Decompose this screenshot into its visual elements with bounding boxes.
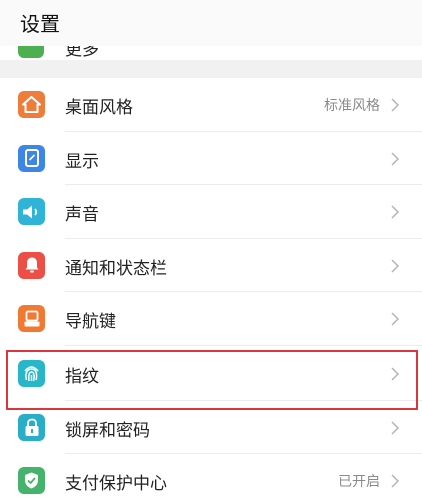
settings-item-label: 更多	[65, 46, 99, 60]
settings-item-label: 指纹	[65, 366, 99, 387]
fingerprint-icon	[18, 359, 45, 387]
settings-item-lock-screen[interactable]: 锁屏和密码	[0, 400, 422, 454]
chevron-right-icon	[391, 312, 400, 326]
section-divider	[0, 60, 422, 78]
settings-item-fingerprint[interactable]: 指纹	[0, 345, 422, 401]
settings-item-label: 声音	[65, 205, 99, 225]
speaker-icon	[18, 198, 45, 225]
chevron-right-icon	[391, 258, 400, 273]
settings-item-label: 通知和状态栏	[65, 258, 167, 279]
page-title: 设置	[20, 12, 60, 36]
settings-item-value: 标准风格	[324, 98, 380, 114]
settings-item-label: 桌面风格	[65, 98, 133, 118]
chevron-right-icon	[391, 151, 400, 166]
navigation-keys-icon	[18, 305, 45, 332]
settings-item-notifications[interactable]: 通知和状态栏	[0, 238, 422, 292]
chevron-right-icon	[391, 366, 400, 381]
settings-item-sound[interactable]: 声音	[0, 185, 422, 239]
settings-item-label: 支付保护中心	[65, 474, 167, 494]
settings-item-payment-protection[interactable]: 支付保护中心 已开启	[0, 454, 422, 501]
settings-item-more[interactable]: 更多	[0, 46, 422, 60]
settings-item-desktop-style[interactable]: 桌面风格 标准风格	[0, 78, 422, 132]
settings-item-value: 已开启	[338, 474, 380, 490]
more-icon	[18, 46, 44, 58]
app-header: 设置	[0, 0, 422, 46]
chevron-right-icon	[391, 474, 400, 488]
settings-item-navigation-keys[interactable]: 导航键	[0, 292, 422, 346]
settings-item-label: 导航键	[65, 312, 116, 332]
settings-list: 桌面风格 标准风格 显示 声音 通知和状态栏 导航键 指纹 锁屏和密码 支付保护…	[0, 78, 422, 501]
shield-check-icon	[18, 467, 45, 494]
settings-item-label: 锁屏和密码	[65, 420, 150, 441]
chevron-right-icon	[391, 98, 400, 112]
home-icon	[18, 91, 45, 118]
chevron-right-icon	[391, 420, 400, 435]
chevron-right-icon	[391, 205, 400, 219]
settings-item-label: 显示	[65, 151, 99, 172]
display-icon	[18, 144, 45, 172]
settings-item-display[interactable]: 显示	[0, 131, 422, 185]
bell-icon	[18, 251, 45, 279]
lock-icon	[18, 413, 45, 441]
